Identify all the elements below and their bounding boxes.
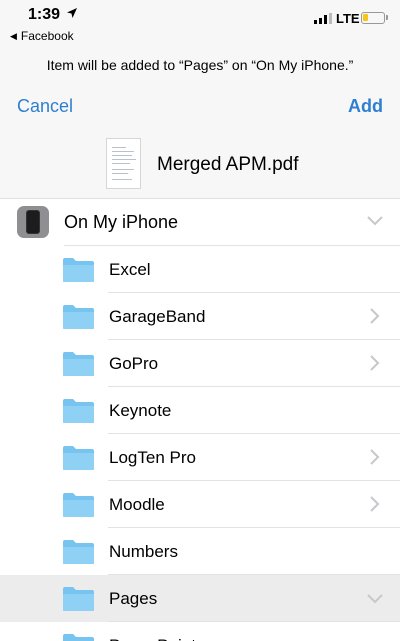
back-triangle-icon: ◀ [10, 30, 17, 41]
folder-row[interactable]: GoPro [0, 340, 400, 387]
folder-row[interactable]: Pages [0, 575, 400, 622]
folder-icon [63, 446, 94, 470]
chevron-down-icon [367, 216, 383, 226]
cellular-signal-icon [314, 13, 332, 24]
folder-label: Moodle [109, 495, 165, 514]
folder-icon [63, 305, 94, 329]
folder-icon [63, 258, 94, 282]
folder-row[interactable]: Excel [0, 246, 400, 293]
folder-label: GarageBand [109, 307, 206, 326]
location-label: On My iPhone [64, 212, 179, 232]
location-list: On My iPhone Excel GarageBand GoPro Keynote… [0, 198, 400, 641]
folder-row[interactable]: LogTen Pro [0, 434, 400, 481]
location-on-my-iphone[interactable]: On My iPhone [0, 199, 400, 246]
cancel-button[interactable]: Cancel [17, 96, 73, 117]
file-name: Merged APM.pdf [157, 154, 299, 175]
folder-icon [63, 399, 94, 423]
pdf-thumbnail-icon [106, 138, 141, 189]
folder-row[interactable]: GarageBand [0, 293, 400, 340]
chevron-right-icon [370, 355, 380, 371]
folder-row[interactable]: PowerPoint [0, 622, 400, 641]
folder-label: Keynote [109, 401, 172, 420]
battery-icon [361, 12, 385, 24]
folder-row[interactable]: Keynote [0, 387, 400, 434]
iphone-icon [17, 206, 49, 238]
back-to-app-button[interactable]: ◀ Facebook [10, 29, 74, 43]
destination-subtitle: Item will be added to “Pages” on “On My … [46, 57, 354, 73]
add-button[interactable]: Add [348, 96, 383, 117]
folder-label: Excel [109, 260, 151, 279]
folder-icon [63, 540, 94, 564]
chevron-right-icon [370, 449, 380, 465]
chevron-right-icon [370, 308, 380, 324]
status-bar: 1:39 ◀ Facebook LTE [0, 0, 400, 46]
folder-label: Pages [109, 589, 158, 608]
folder-icon [63, 634, 94, 641]
back-app-label: Facebook [20, 29, 74, 43]
folder-label: PowerPoint [109, 636, 196, 641]
location-arrow-icon [67, 8, 77, 18]
status-time: 1:39 [28, 6, 61, 23]
folder-row[interactable]: Moodle [0, 481, 400, 528]
folder-label: LogTen Pro [109, 448, 196, 467]
folder-icon [63, 587, 94, 611]
folder-label: Numbers [109, 542, 178, 561]
battery-tip [386, 15, 388, 20]
chevron-down-icon [367, 594, 383, 604]
chevron-right-icon [370, 496, 380, 512]
network-type: LTE [336, 11, 360, 26]
folder-icon [63, 493, 94, 517]
folder-row[interactable]: Numbers [0, 528, 400, 575]
folder-label: GoPro [109, 354, 159, 373]
folder-icon [63, 352, 94, 376]
